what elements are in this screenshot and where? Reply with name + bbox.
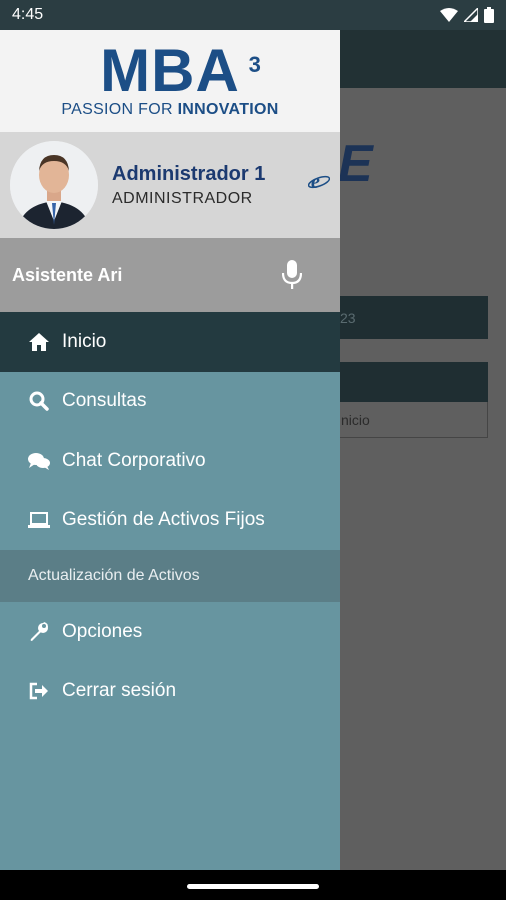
drawer-logo: MBA 3 PASSION FOR INNOVATION bbox=[0, 30, 340, 132]
assistant-label: Asistente Ari bbox=[12, 264, 123, 285]
profile-role: ADMINISTRADOR bbox=[112, 189, 253, 207]
battery-icon bbox=[484, 7, 494, 23]
logout-icon bbox=[28, 680, 50, 702]
menu-item-label: Cerrar sesión bbox=[62, 680, 177, 702]
menu-item-cerrar-sesion[interactable]: Cerrar sesión bbox=[0, 662, 340, 722]
menu-section-header[interactable]: Actualización de Activos bbox=[0, 550, 340, 602]
home-gesture-handle[interactable] bbox=[187, 884, 319, 889]
menu-item-gestion-activos[interactable]: Gestión de Activos Fijos bbox=[0, 491, 340, 551]
brand-name: MBA bbox=[100, 37, 240, 104]
search-icon bbox=[28, 390, 50, 412]
user-profile[interactable]: Administrador 1 ADMINISTRADOR e bbox=[0, 132, 340, 238]
status-bar: 4:45 bbox=[0, 0, 506, 30]
menu-item-chat-corporativo[interactable]: Chat Corporativo bbox=[0, 431, 340, 491]
menu-item-label: Inicio bbox=[62, 330, 107, 352]
status-time: 4:45 bbox=[12, 6, 44, 23]
microphone-icon[interactable] bbox=[282, 260, 302, 290]
assistant-row[interactable]: Asistente Ari bbox=[0, 238, 340, 312]
background-card-body: nicio bbox=[320, 402, 488, 438]
menu-item-opciones[interactable]: Opciones bbox=[0, 602, 340, 662]
wrench-icon bbox=[28, 621, 50, 643]
navigation-bar bbox=[0, 870, 506, 900]
menu-item-label: Chat Corporativo bbox=[62, 449, 206, 471]
navigation-drawer: MBA 3 PASSION FOR INNOVATION Administrado… bbox=[0, 30, 340, 870]
laptop-icon bbox=[28, 509, 50, 531]
menu-item-label: Opciones bbox=[62, 620, 143, 642]
chat-icon bbox=[28, 450, 50, 472]
menu-item-consultas[interactable]: Consultas bbox=[0, 372, 340, 432]
wifi-icon bbox=[440, 8, 458, 22]
brand-logo: MBA 3 bbox=[100, 41, 261, 101]
brand-superscript: 3 bbox=[248, 52, 262, 77]
profile-name: Administrador 1 bbox=[112, 162, 266, 185]
menu-item-label: Gestión de Activos Fijos bbox=[62, 509, 265, 531]
browser-icon[interactable]: e bbox=[308, 170, 330, 192]
signal-icon bbox=[464, 8, 478, 22]
avatar bbox=[10, 141, 98, 229]
menu-item-label: Consultas bbox=[62, 390, 147, 412]
status-icons bbox=[440, 7, 494, 23]
home-icon bbox=[28, 331, 50, 353]
background-date-bar: 23 bbox=[320, 296, 488, 339]
menu-item-inicio[interactable]: Inicio bbox=[0, 312, 340, 372]
background-logo: E bbox=[338, 135, 373, 193]
profile-text: Administrador 1 ADMINISTRADOR bbox=[112, 163, 265, 208]
background-card-header bbox=[320, 362, 488, 402]
